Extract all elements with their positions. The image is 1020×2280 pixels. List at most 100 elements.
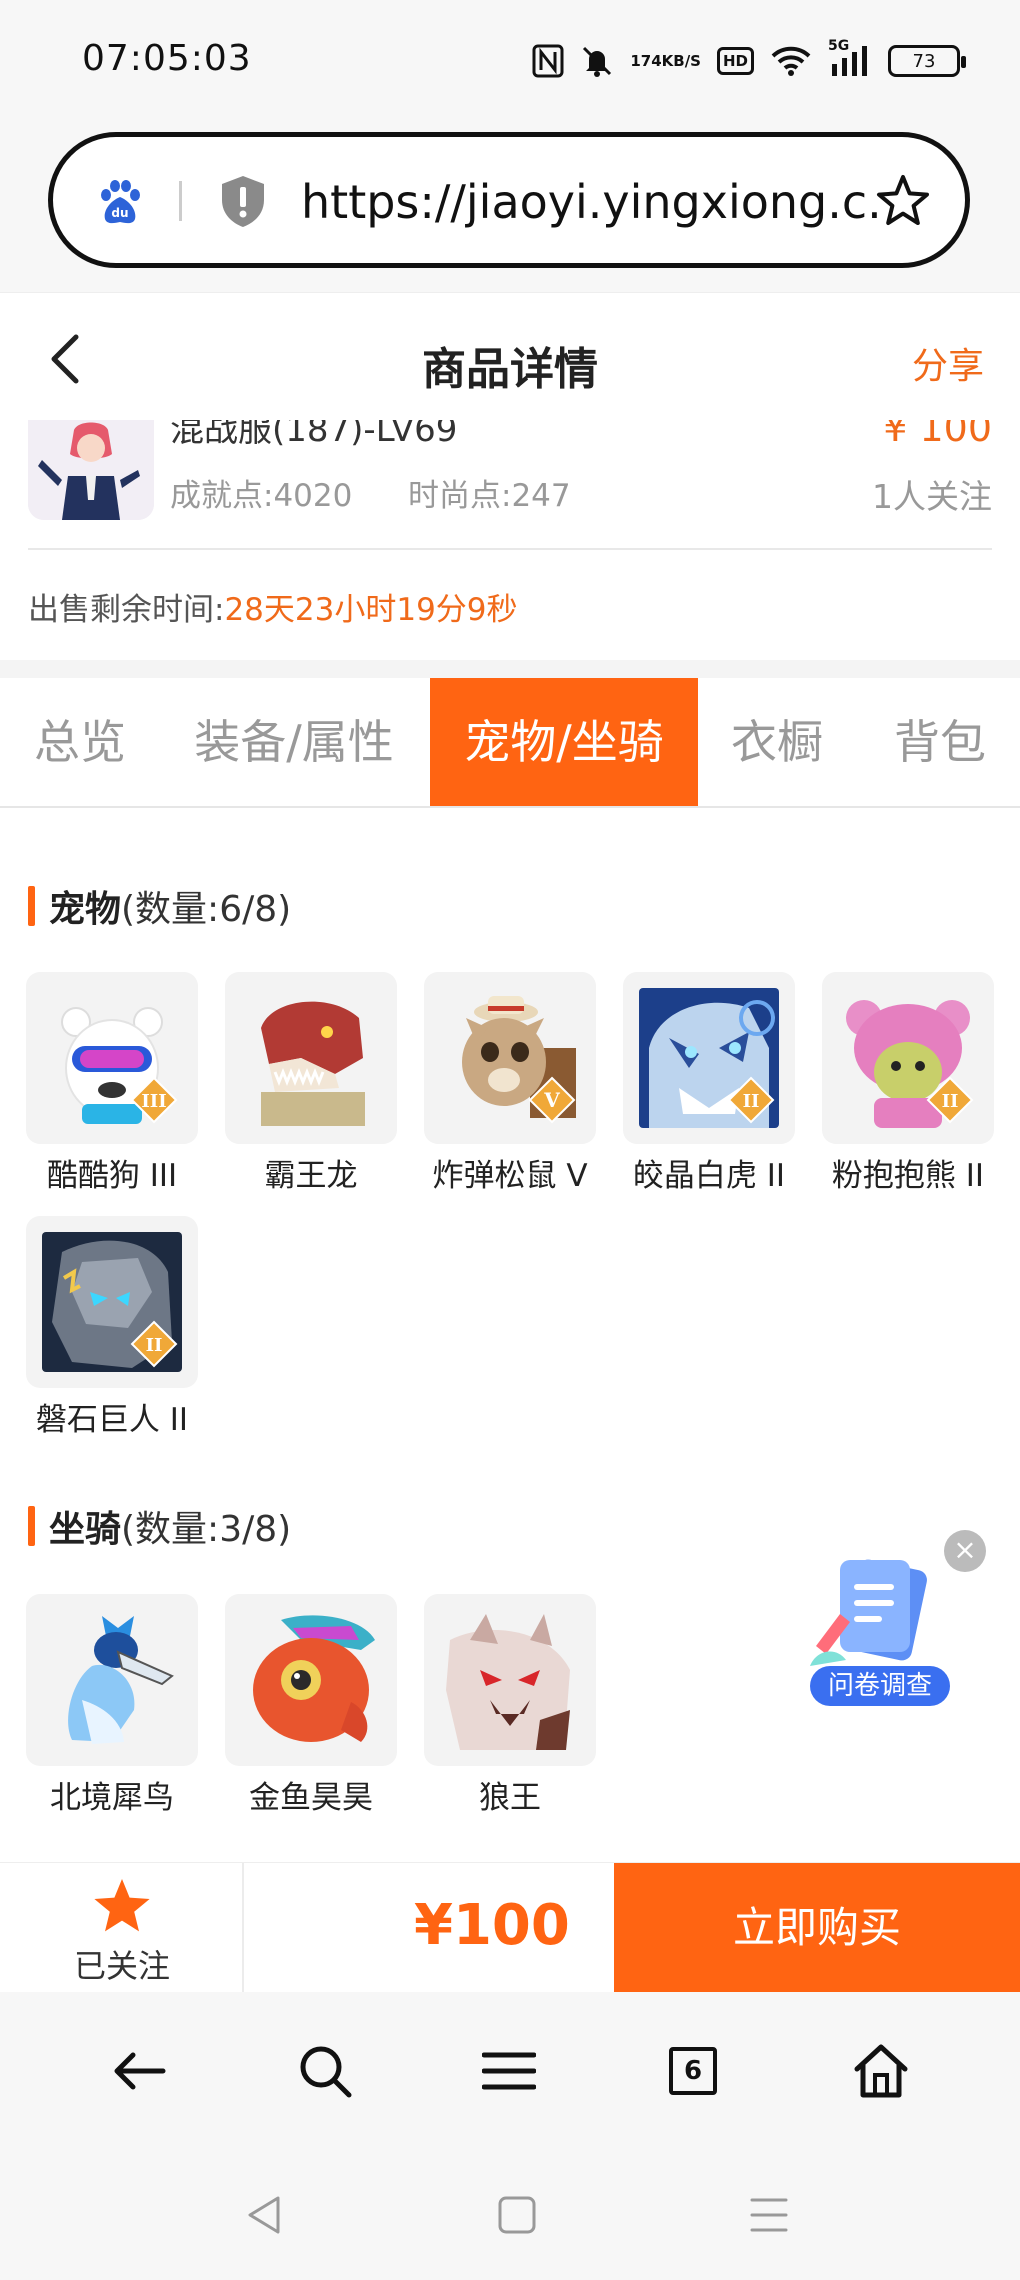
pets-title: 宠物 [49, 889, 122, 930]
shield-icon[interactable] [217, 173, 269, 229]
section-marker [28, 886, 35, 926]
address-separator [179, 181, 182, 221]
follow-button[interactable]: 已关注 [0, 1863, 244, 1993]
pet-name: 粉抱抱熊 II [831, 1158, 985, 1194]
mount-item[interactable]: 北境犀鸟 [26, 1594, 198, 1817]
pet-name: 磐石巨人 II [35, 1402, 189, 1438]
share-button[interactable]: 分享 [912, 337, 984, 389]
pet-thumbnail: II [623, 972, 795, 1144]
tab-count: 6 [669, 2047, 717, 2095]
pet-item[interactable]: II 皎晶白虎 II [623, 972, 795, 1195]
speed-unit: KB/S [661, 52, 701, 70]
svg-text:du: du [111, 206, 128, 220]
mount-thumbnail [424, 1594, 596, 1766]
system-back-icon[interactable] [240, 2190, 290, 2240]
pet-thumbnail [225, 972, 397, 1144]
mount-item[interactable]: 金鱼昊昊 [225, 1594, 397, 1817]
address-bar[interactable]: du https://jiaoyi.yingxiong.c... [48, 132, 970, 268]
status-bar: 07:05:03 174 KB/S HD 5G 73 [0, 0, 1020, 120]
survey-close-icon[interactable]: × [944, 1530, 986, 1572]
survey-widget[interactable]: × 问卷调查 [806, 1530, 986, 1710]
pet-item[interactable]: V 炸弹松鼠 V [424, 972, 596, 1195]
section-marker [28, 1506, 35, 1546]
section-gap [0, 660, 1020, 678]
network-speed: 174 KB/S [630, 53, 701, 69]
page-header: 商品详情 分享 [0, 292, 1020, 422]
bookmark-star-icon[interactable] [875, 173, 931, 229]
pets-section-title: 宠物 (数量:6/8) [28, 880, 291, 932]
svg-text:II: II [146, 1335, 163, 1356]
mount-name: 狼王 [479, 1780, 541, 1816]
achievement-points: 成就点:4020 [170, 478, 353, 514]
home-icon[interactable] [846, 2036, 916, 2106]
browser-toolbar: 6 [0, 1992, 1020, 2152]
mute-icon [580, 44, 614, 78]
system-home-icon[interactable] [492, 2190, 542, 2240]
survey-label[interactable]: 问卷调查 [810, 1666, 950, 1706]
item-price: ¥ 100 [883, 420, 992, 450]
nfc-icon [532, 44, 564, 78]
pet-item[interactable]: III 酷酷狗 III [26, 972, 198, 1195]
follower-count: 1人关注 [872, 477, 992, 516]
mount-name: 北境犀鸟 [50, 1780, 174, 1816]
svg-text:II: II [743, 1091, 760, 1112]
character-avatar [28, 420, 154, 520]
mounts-count: (数量:3/8) [121, 1509, 292, 1550]
tabs-button[interactable]: 6 [658, 2036, 728, 2106]
mount-item[interactable]: 狼王 [424, 1594, 596, 1817]
purchase-price: ¥100 [414, 1893, 570, 1958]
remaining-time: 出售剩余时间:28天23小时19分9秒 [28, 584, 518, 629]
baidu-logo-icon[interactable]: du [95, 177, 145, 227]
divider [28, 548, 992, 550]
follow-label: 已关注 [73, 1947, 170, 1985]
grade-badge-icon: II [926, 1076, 974, 1124]
pet-name: 霸王龙 [264, 1158, 358, 1194]
star-icon [94, 1879, 150, 1932]
pet-thumbnail: III [26, 972, 198, 1144]
remaining-time-label: 出售剩余时间: [28, 592, 225, 628]
svg-text:II: II [942, 1091, 959, 1112]
grade-badge-icon: II [130, 1320, 178, 1368]
pets-count: (数量:6/8) [121, 889, 292, 930]
mount-name: 金鱼昊昊 [249, 1780, 373, 1816]
search-icon[interactable] [290, 2036, 360, 2106]
system-navigation-bar [0, 2152, 1020, 2280]
detail-tabs: 总览 装备/属性 宠物/坐骑 衣橱 背包 [0, 678, 1020, 808]
mounts-section-title: 坐骑 (数量:3/8) [28, 1500, 291, 1552]
menu-icon[interactable] [474, 2036, 544, 2106]
tab-backpack[interactable]: 背包 [870, 678, 1010, 806]
cellular-signal-icon: 5G [828, 38, 872, 78]
svg-text:III: III [141, 1091, 166, 1112]
hd-icon: HD [716, 47, 754, 75]
grade-badge-icon: II [727, 1076, 775, 1124]
remaining-time-value: 28天23小时19分9秒 [224, 592, 518, 628]
browser-address-area: du https://jiaoyi.yingxiong.c... [0, 120, 1020, 292]
pet-thumbnail: II [822, 972, 994, 1144]
wifi-icon [770, 45, 812, 77]
pet-item[interactable]: 霸王龙 [225, 972, 397, 1195]
network-label: 5G [828, 38, 850, 54]
survey-icon [810, 1559, 927, 1666]
tab-wardrobe[interactable]: 衣橱 [712, 678, 842, 806]
item-summary: 混战服(187)-LV69 ¥ 100 成就点:4020 时尚点:247 1人关… [0, 420, 1020, 550]
pet-thumbnail: II [26, 1216, 198, 1388]
buy-now-button[interactable]: 立即购买 [614, 1863, 1020, 1993]
tab-equipment[interactable]: 装备/属性 [176, 678, 412, 806]
speed-value: 174 [630, 52, 662, 70]
tab-overview[interactable]: 总览 [0, 678, 160, 806]
purchase-bar: 已关注 ¥100 立即购买 [0, 1862, 1020, 1993]
pet-item[interactable]: II 粉抱抱熊 II [822, 972, 994, 1195]
pet-item[interactable]: II 磐石巨人 II [26, 1216, 198, 1439]
fashion-points: 时尚点:247 [408, 478, 571, 514]
status-icons: 174 KB/S HD 5G 73 [532, 38, 966, 84]
url-text[interactable]: https://jiaoyi.yingxiong.c... [301, 175, 881, 229]
pet-name: 炸弹松鼠 V [432, 1158, 588, 1194]
tab-pets-mounts[interactable]: 宠物/坐骑 [430, 678, 698, 806]
system-recents-icon[interactable] [744, 2190, 794, 2240]
status-time: 07:05:03 [82, 38, 252, 79]
svg-text:V: V [543, 1088, 560, 1112]
item-name: 混战服(187)-LV69 [170, 420, 458, 450]
mounts-title: 坐骑 [49, 1509, 122, 1550]
pet-name: 皎晶白虎 II [632, 1158, 786, 1194]
browser-back-icon[interactable] [104, 2036, 174, 2106]
